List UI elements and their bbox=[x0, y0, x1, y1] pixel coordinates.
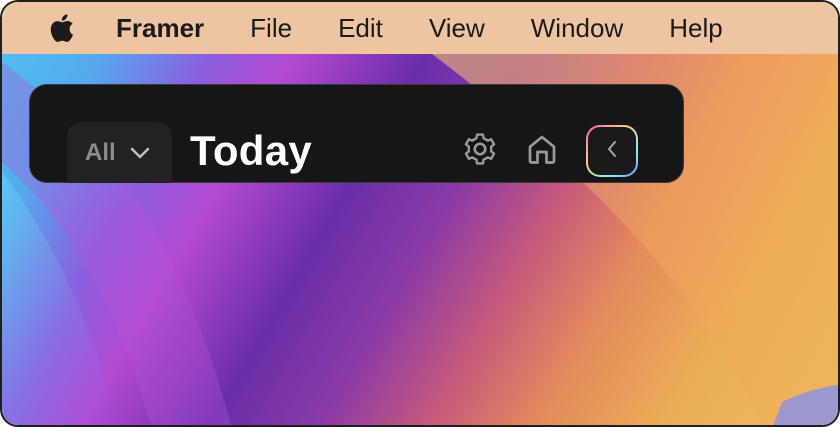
filter-label: All bbox=[85, 138, 116, 166]
filter-dropdown[interactable]: All bbox=[67, 122, 172, 183]
apple-logo-icon[interactable] bbox=[42, 8, 78, 48]
home-icon bbox=[524, 131, 560, 172]
menu-app-name[interactable]: Framer bbox=[116, 13, 204, 44]
menu-help[interactable]: Help bbox=[669, 13, 722, 44]
screen-frame: Framer File Edit View Window Help All To… bbox=[0, 0, 840, 427]
menu-edit[interactable]: Edit bbox=[338, 13, 383, 44]
gear-icon bbox=[462, 131, 498, 172]
menu-window[interactable]: Window bbox=[531, 13, 623, 44]
collapse-button[interactable] bbox=[586, 125, 638, 177]
desktop-wallpaper bbox=[2, 2, 838, 425]
settings-button[interactable] bbox=[460, 131, 500, 171]
menu-file[interactable]: File bbox=[250, 13, 292, 44]
home-button[interactable] bbox=[522, 131, 562, 171]
chevron-left-icon bbox=[605, 139, 619, 164]
framer-panel: All Today bbox=[29, 84, 684, 183]
page-title: Today bbox=[190, 127, 313, 174]
collapse-button-inner bbox=[588, 127, 636, 175]
menu-bar: Framer File Edit View Window Help bbox=[2, 2, 838, 54]
menu-view[interactable]: View bbox=[429, 13, 485, 44]
chevron-down-icon bbox=[130, 147, 150, 159]
